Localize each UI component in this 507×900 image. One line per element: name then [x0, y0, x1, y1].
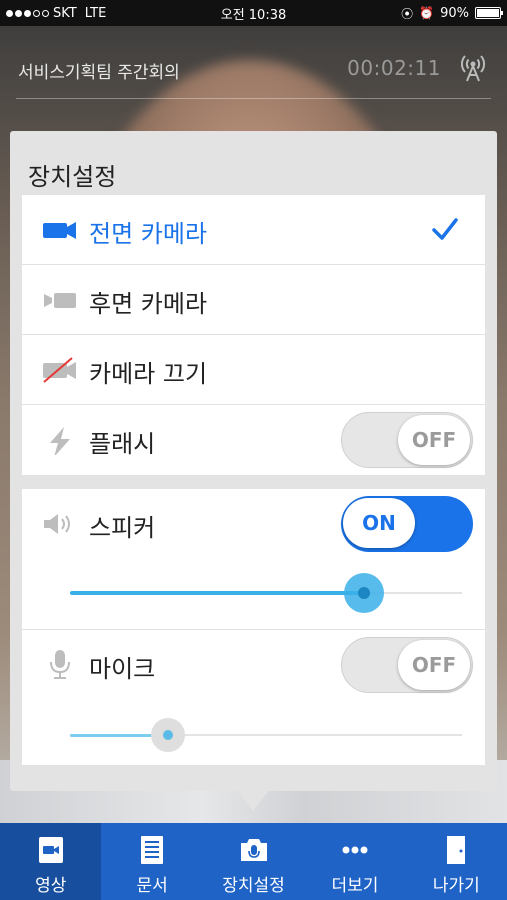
- more-icon: [342, 846, 368, 854]
- flash-icon: [50, 427, 70, 455]
- flash-option: 플래시 OFF: [22, 405, 485, 475]
- tab-video[interactable]: 영상: [0, 823, 102, 900]
- bottom-tab-bar: 영상 문서 장치설정 더보기 나가기: [0, 823, 507, 900]
- camera-off-icon: [43, 357, 76, 383]
- flash-toggle[interactable]: OFF: [341, 412, 473, 468]
- tab-exit[interactable]: 나가기: [406, 823, 507, 900]
- speaker-toggle[interactable]: ON: [341, 496, 473, 552]
- camera-options-card: 전면 카메라 후면 카메라 카메라 끄기 플래시 OFF: [22, 195, 485, 475]
- device-settings-icon: [240, 839, 267, 861]
- alarm-icon: ⏰: [419, 6, 435, 20]
- tab-device-settings[interactable]: 장치설정: [203, 823, 304, 900]
- speaker-row: 스피커 ON: [22, 489, 485, 559]
- popup-title: 장치설정: [28, 163, 117, 191]
- speaker-volume-slider[interactable]: [70, 573, 462, 613]
- meeting-title: 서비스기획팀 주간회의: [18, 63, 180, 83]
- speaker-icon: [44, 514, 70, 534]
- rotation-lock-icon: ⦿: [401, 6, 414, 21]
- meeting-timer: 00:02:11: [347, 56, 441, 80]
- mic-toggle[interactable]: OFF: [341, 637, 473, 693]
- camera-off-option[interactable]: 카메라 끄기: [22, 335, 485, 405]
- meeting-header: 서비스기획팀 주간회의 00:02:11: [0, 26, 507, 110]
- video-icon: [38, 837, 63, 863]
- checkmark-icon: [432, 218, 458, 240]
- status-bar: SKT LTE 오전 10:38 ⦿ ⏰ 90%: [0, 0, 507, 26]
- document-icon: [141, 836, 164, 864]
- battery-icon: [475, 7, 503, 19]
- tab-more[interactable]: 더보기: [304, 823, 405, 900]
- audio-card: 스피커 ON 마이크 OFF: [22, 489, 485, 765]
- rear-camera-icon: [44, 293, 76, 308]
- front-camera-icon: [43, 222, 76, 239]
- broadcast-signal-icon[interactable]: [459, 52, 487, 82]
- exit-door-icon: [447, 836, 466, 864]
- mic-volume-slider[interactable]: [70, 718, 462, 752]
- microphone-icon: [50, 650, 70, 679]
- rear-camera-option[interactable]: 후면 카메라: [22, 265, 485, 335]
- mic-row: 마이크 OFF: [22, 630, 485, 700]
- front-camera-option[interactable]: 전면 카메라: [22, 195, 485, 265]
- device-settings-popup: 장치설정 전면 카메라 후면 카메라 카메라 끄기 플래시 OFF 스피커 ON…: [10, 131, 497, 791]
- battery-percent: 90%: [440, 5, 469, 21]
- tab-document[interactable]: 문서: [101, 823, 202, 900]
